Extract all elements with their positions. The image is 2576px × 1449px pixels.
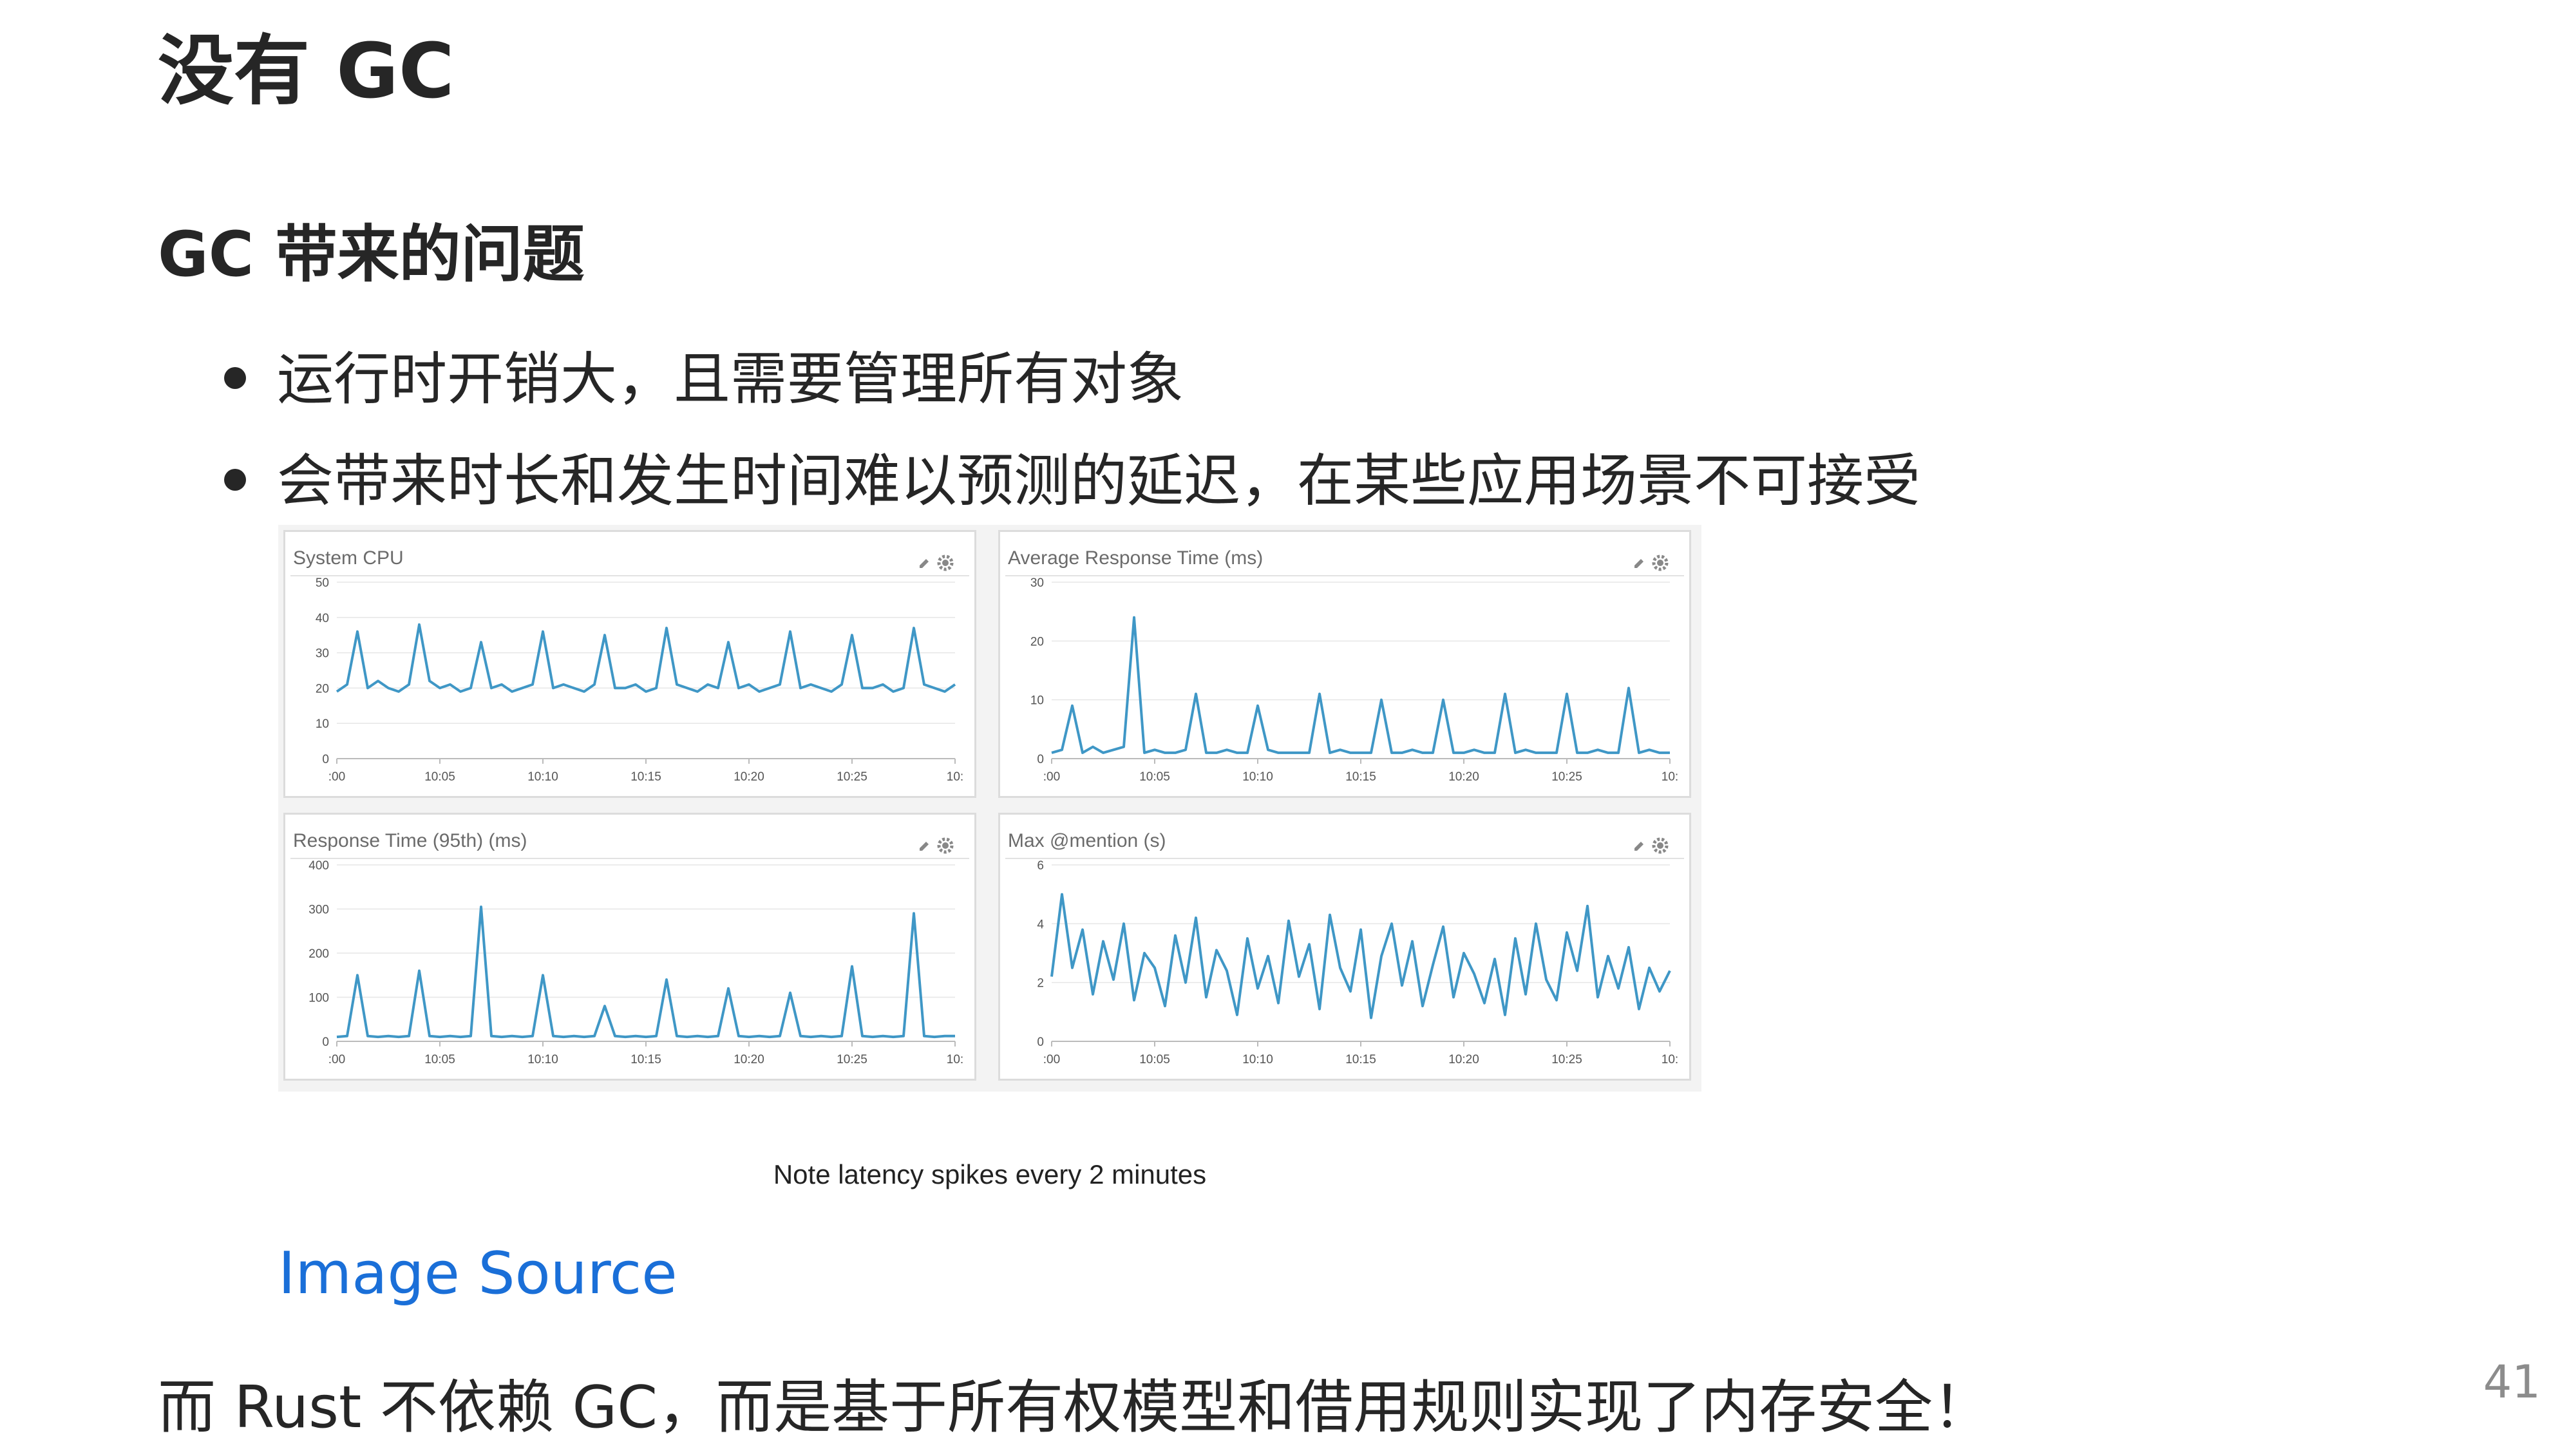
x-tick-label: 10:10 (1242, 770, 1273, 784)
x-tick-label: 10:15 (1345, 770, 1376, 784)
y-tick-label: 200 (308, 947, 329, 961)
chart-title: Max @mention (s) (1008, 830, 1166, 851)
x-tick-label: 10:25 (837, 770, 867, 784)
bullet-item: 运行时开销大，且需要管理所有对象 (223, 335, 1920, 437)
y-tick-label: 50 (316, 576, 329, 590)
x-tick-label: 10:20 (734, 770, 764, 784)
x-tick-label: 10: (947, 1053, 963, 1066)
series-line (336, 905, 955, 1039)
x-tick-label: 10:15 (630, 1053, 661, 1066)
x-tick-label: 10:05 (1139, 770, 1170, 784)
response-time-95th-chart: Response Time (95th) (ms) 0 100 200 300 400 :0… (290, 830, 969, 1066)
x-tick-label: 10:20 (1448, 770, 1479, 784)
y-tick-label: 2 (1037, 977, 1044, 990)
bullet-list: 运行时开销大，且需要管理所有对象 会带来时长和发生时间难以预测的延迟，在某些应用… (223, 335, 1920, 538)
chart-panel-max-mention: Max @mention (s) 0 2 4 6 :00 10:05 10:10 10:15 10… (998, 813, 1691, 1081)
x-tick-label: 10: (947, 770, 963, 784)
x-tick-label: :00 (328, 1053, 345, 1066)
gc-latency-figure: System CPU 0 10 20 30 40 50:00 10:05 10:10 10:15 1… (278, 525, 1701, 1214)
y-tick-label: 30 (316, 647, 329, 661)
slide-title: 没有 GC (158, 26, 455, 115)
series-line (336, 623, 956, 693)
y-tick-label: 0 (322, 1036, 329, 1049)
gear-icon[interactable] (937, 837, 954, 854)
gear-icon[interactable] (1652, 837, 1669, 854)
x-tick-label: 10:25 (1551, 770, 1582, 784)
x-tick-label: 10:20 (1448, 1053, 1479, 1066)
average-response-time-chart: Average Response Time (ms) 0 10 20 30 :00 10:0… (1005, 547, 1684, 784)
image-source-link[interactable]: Image Source (278, 1240, 677, 1307)
x-tick-label: 10:05 (424, 770, 455, 784)
chart-title: System CPU (293, 547, 404, 569)
y-tick-label: 100 (308, 992, 329, 1005)
gear-icon[interactable] (937, 554, 954, 571)
y-tick-label: 300 (308, 904, 329, 917)
chart-title: Average Response Time (ms) (1008, 547, 1263, 569)
y-tick-label: 6 (1037, 859, 1044, 873)
chart-panel-system-cpu: System CPU 0 10 20 30 40 50 :00 10:05 10:10 10:15 1… (283, 530, 976, 798)
x-tick-label: 10:15 (1345, 1053, 1376, 1066)
max-mention-chart: Max @mention (s) 0 2 4 6 :00 10:05 10:10 10:15 10… (1005, 830, 1684, 1066)
y-tick-label: 0 (322, 753, 329, 766)
edit-pencil-icon[interactable] (920, 842, 929, 851)
edit-pencil-icon[interactable] (1634, 559, 1643, 568)
y-tick-label: 20 (1030, 635, 1044, 649)
chart-panel-average-response-time: Average Response Time (ms) 0 10 20 30 :00 10:0… (998, 530, 1691, 798)
x-tick-label: 10:25 (1551, 1053, 1582, 1066)
x-tick-label: :00 (328, 770, 345, 784)
y-tick-label: 20 (316, 682, 329, 696)
y-tick-label: 4 (1037, 918, 1044, 931)
chart-title: Response Time (95th) (ms) (293, 830, 527, 851)
x-tick-label: :00 (1043, 1053, 1060, 1066)
x-tick-label: 10:20 (734, 1053, 764, 1066)
edit-pencil-icon[interactable] (1634, 842, 1643, 851)
y-tick-label: 10 (1030, 694, 1044, 708)
y-tick-label: 40 (316, 612, 329, 625)
x-tick-label: 10: (1662, 770, 1678, 784)
x-tick-label: 10:05 (1139, 1053, 1170, 1066)
footer-text: 而 Rust 不依赖 GC，而是基于所有权模型和借用规则实现了内存安全！ (158, 1374, 1991, 1441)
y-tick-label: 30 (1030, 576, 1044, 590)
figure-caption: Note latency spikes every 2 minutes (773, 1159, 1207, 1189)
chart-panel-response-time-95th: Response Time (95th) (ms) 0 100 200 300 400 :0… (283, 813, 976, 1081)
x-tick-label: :00 (1043, 770, 1060, 784)
series-line (1051, 616, 1670, 754)
y-tick-label: 400 (308, 859, 329, 873)
gear-icon[interactable] (1652, 554, 1669, 571)
x-tick-label: 10:05 (424, 1053, 455, 1066)
y-tick-label: 0 (1037, 1036, 1044, 1049)
edit-pencil-icon[interactable] (920, 559, 929, 568)
x-tick-label: 10:10 (1242, 1053, 1273, 1066)
x-tick-label: 10:10 (527, 770, 558, 784)
y-tick-label: 10 (316, 717, 329, 731)
x-tick-label: 10:15 (630, 770, 661, 784)
x-tick-label: 10:25 (837, 1053, 867, 1066)
x-tick-label: 10: (1662, 1053, 1678, 1066)
x-tick-label: 10:10 (527, 1053, 558, 1066)
dashboard-image: System CPU 0 10 20 30 40 50:00 10:05 10:10 10:15 1… (278, 525, 1701, 1092)
section-heading: GC 带来的问题 (158, 218, 585, 290)
y-tick-label: 0 (1037, 753, 1044, 766)
series-line (1050, 893, 1671, 1019)
system-cpu-chart: System CPU 0 10 20 30 40 50 :00 10:05 10:10 10:15 1… (290, 547, 969, 784)
bullet-item: 会带来时长和发生时间难以预测的延迟，在某些应用场景不可接受 (223, 437, 1920, 538)
page-number: 41 (2483, 1356, 2541, 1408)
